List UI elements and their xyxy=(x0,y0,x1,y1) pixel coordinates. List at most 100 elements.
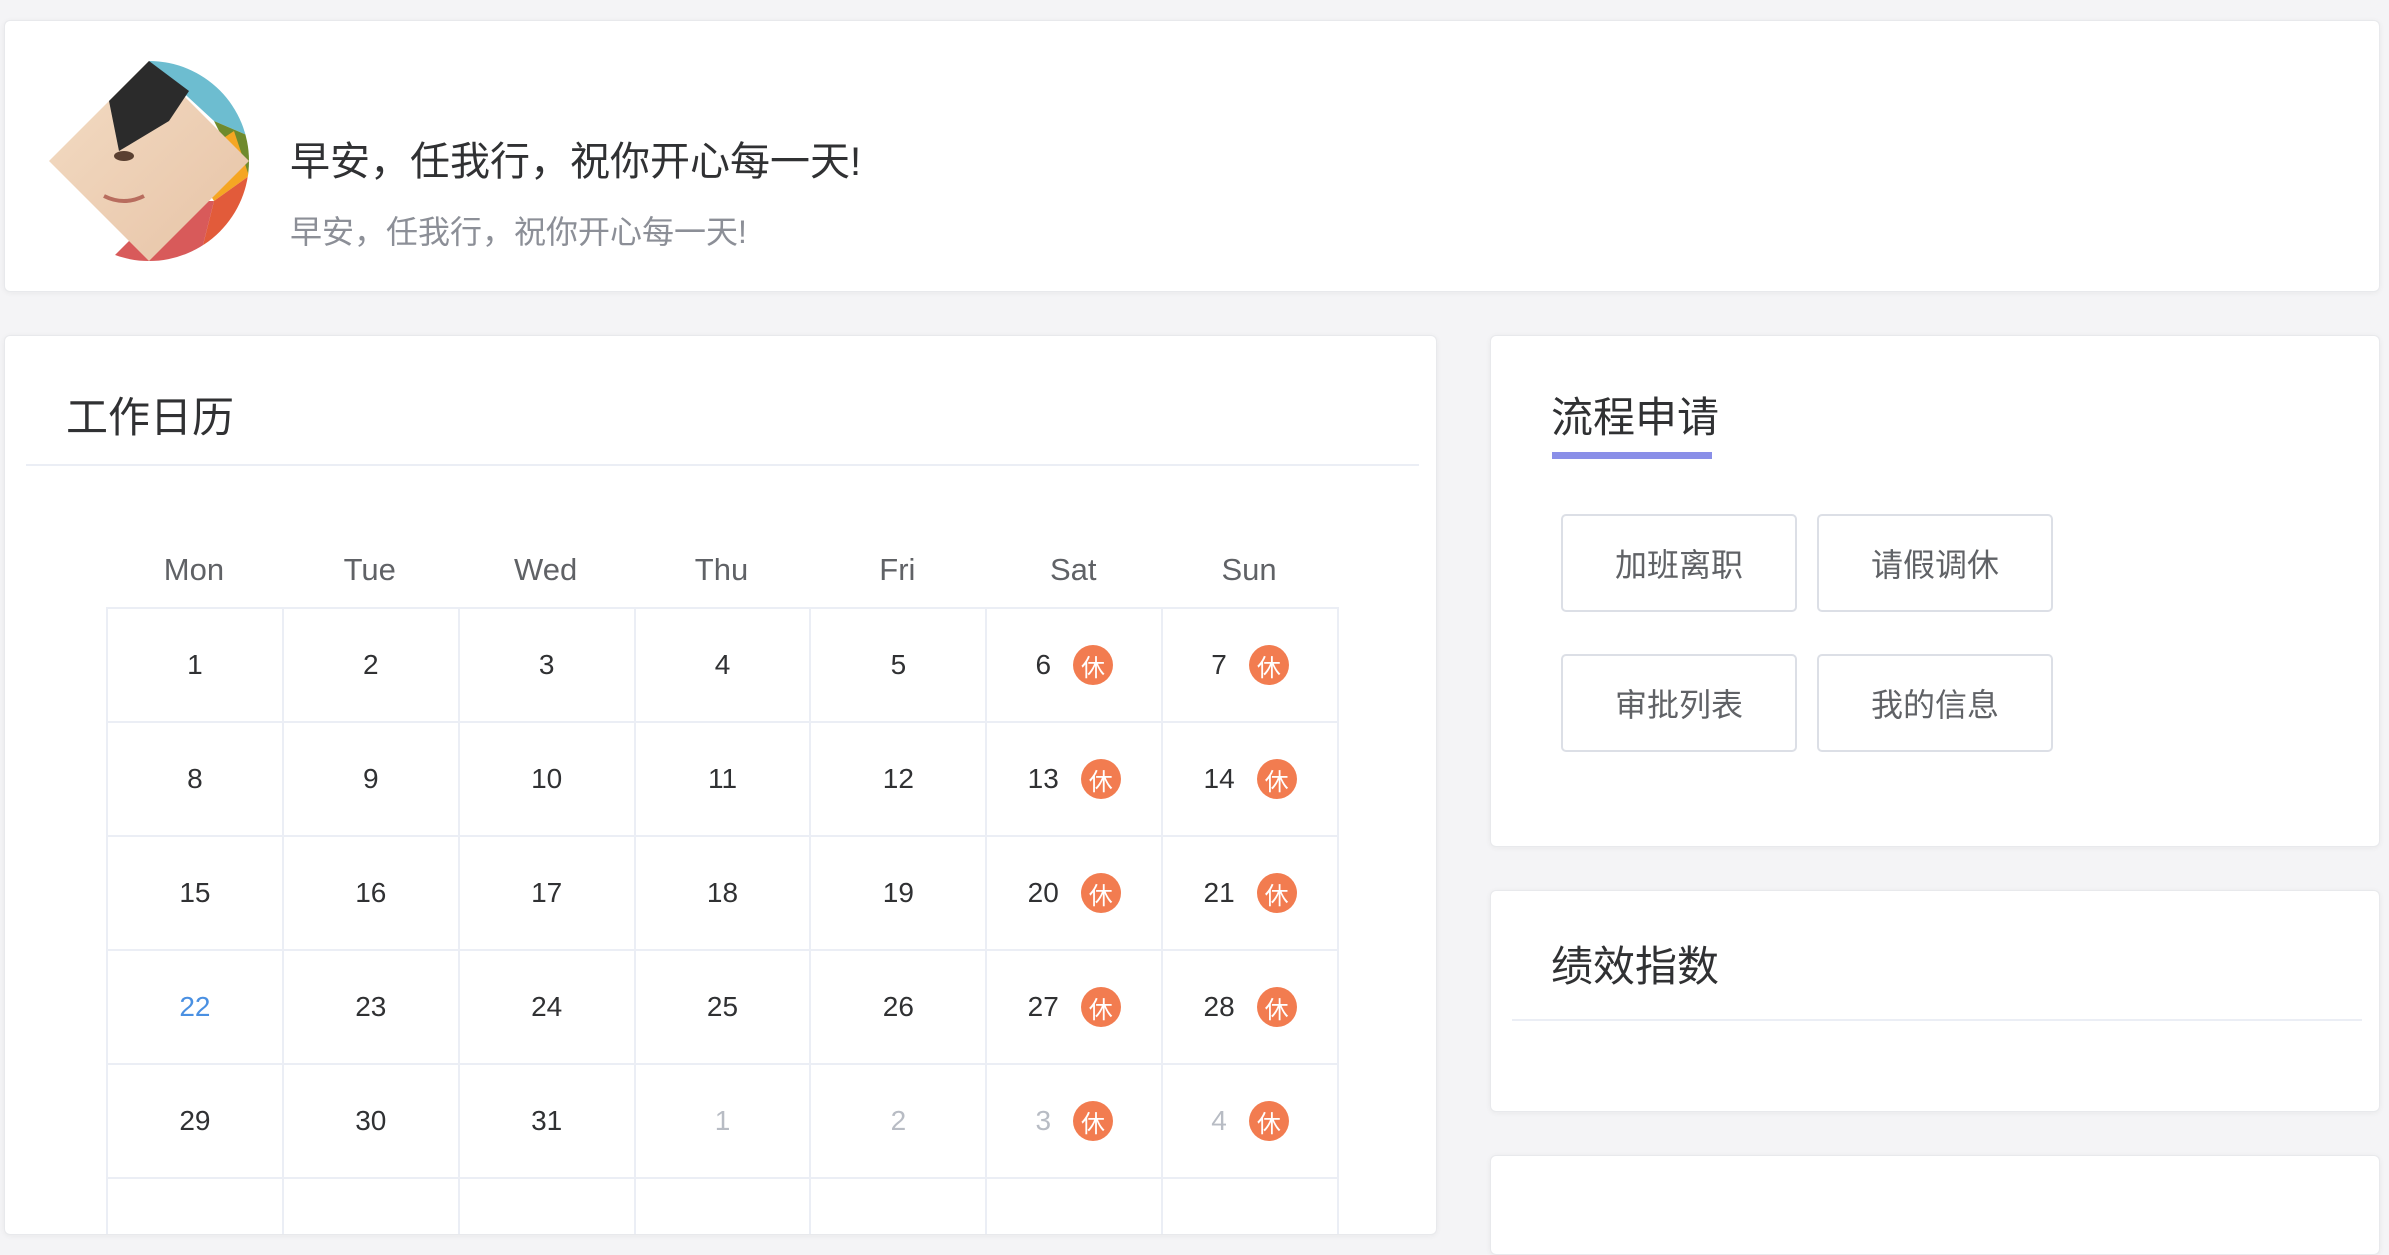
day-content: 10 xyxy=(531,763,562,795)
day-number: 29 xyxy=(179,1105,211,1136)
calendar-day-cell[interactable]: 30 xyxy=(281,1063,460,1179)
day-number: 4 xyxy=(714,649,731,680)
day-content: 8 xyxy=(187,763,203,795)
day-number: 15 xyxy=(179,877,211,908)
weekday-label: Fri xyxy=(879,552,916,587)
calendar-day-cell[interactable]: 10 xyxy=(457,721,636,837)
user-avatar[interactable] xyxy=(49,61,249,261)
weekday-label: Wed xyxy=(514,552,578,587)
calendar-day-cell[interactable]: 16 xyxy=(281,835,460,951)
calendar-day-cell[interactable]: 7休 xyxy=(1161,607,1340,723)
calendar-day-cell[interactable]: 17 xyxy=(457,835,636,951)
day-number: 26 xyxy=(882,991,914,1022)
calendar-day-cell[interactable]: 29 xyxy=(106,1063,284,1179)
calendar-day-cell[interactable]: 9 xyxy=(281,721,460,837)
rest-day-badge: 休 xyxy=(1080,759,1121,799)
calendar-day-cell[interactable]: 11 xyxy=(633,721,812,837)
day-content: 1 xyxy=(187,649,203,681)
calendar-week-row: 1 2 3 4 5 6休7休 xyxy=(106,607,1340,723)
calendar-week-row: 22 23 24 25 26 27 休 28 休 xyxy=(106,949,1340,1065)
greeting-subtitle: 早安，任我行，祝你开心每一天! xyxy=(290,214,747,250)
day-number: 20 xyxy=(1027,877,1059,908)
calendar-day-cell[interactable]: 23 xyxy=(281,949,460,1065)
day-number: 25 xyxy=(706,991,739,1022)
rest-day-badge: 休 xyxy=(1073,645,1114,685)
process-tab[interactable]: 流程申请 xyxy=(1551,384,1719,445)
day-content: 13 休 xyxy=(1028,759,1121,799)
calendar-day-cell[interactable]: 18 xyxy=(633,835,812,951)
day-content: 5 xyxy=(891,649,907,681)
day-number: 24 xyxy=(531,991,563,1022)
calendar-day-cell[interactable]: 20 休 xyxy=(985,835,1164,951)
weekday-label: Sat xyxy=(1049,552,1097,587)
rest-day-badge: 休 xyxy=(1248,1101,1289,1141)
calendar-day-cell[interactable]: 3 xyxy=(457,607,636,723)
day-content: 12 xyxy=(883,763,914,795)
rest-day-badge: 休 xyxy=(1080,873,1121,913)
calendar-day-cell[interactable]: 3休 xyxy=(985,1063,1164,1179)
day-number: 2 xyxy=(890,1105,907,1136)
day-number: 5 xyxy=(890,649,907,680)
rest-day-badge: 休 xyxy=(1256,759,1297,799)
day-number: 19 xyxy=(882,877,914,908)
day-number: 11 xyxy=(707,763,738,794)
day-content: 15 xyxy=(179,877,210,909)
calendar-day-cell[interactable]: 5 xyxy=(809,607,988,723)
calendar-day-cell[interactable]: 6休 xyxy=(985,607,1164,723)
calendar-day-cell[interactable]: 28 休 xyxy=(1161,949,1340,1065)
calendar-day-cell[interactable]: 2 xyxy=(281,607,460,723)
day-content: 4 xyxy=(715,649,731,681)
calendar-day-cell[interactable]: 8 xyxy=(106,721,284,837)
day-number: 12 xyxy=(882,763,914,794)
leave-compensatory-button[interactable]: 请假调休 xyxy=(1817,514,2053,612)
day-content: 20 休 xyxy=(1028,873,1121,913)
approval-list-button[interactable]: 审批列表 xyxy=(1561,654,1797,752)
greeting-title: 早安，任我行，祝你开心每一天! xyxy=(290,140,862,184)
weekday-label: Mon xyxy=(163,552,225,587)
day-content: 11 xyxy=(708,763,737,795)
day-number: 3 xyxy=(538,649,555,680)
calendar-day-cell[interactable]: 1 xyxy=(633,1063,812,1179)
day-number: 16 xyxy=(355,877,387,908)
day-number: 27 xyxy=(1027,991,1059,1022)
day-content: 23 xyxy=(355,991,386,1023)
overtime-resignation-button[interactable]: 加班离职 xyxy=(1561,514,1797,612)
calendar-day-cell[interactable]: 27 休 xyxy=(985,949,1164,1065)
calendar-day-cell[interactable]: 21 休 xyxy=(1161,835,1340,951)
calendar-day-cell[interactable]: 24 xyxy=(457,949,636,1065)
calendar-day-cell[interactable]: 13 休 xyxy=(985,721,1164,837)
calendar-week-row: 8 9 10 11 12 13 休 14 休 xyxy=(106,721,1340,837)
rest-day-badge: 休 xyxy=(1256,987,1297,1027)
day-content: 25 xyxy=(707,991,738,1023)
next-card xyxy=(1490,1155,2380,1255)
calendar-day-cell[interactable]: 19 xyxy=(809,835,988,951)
day-content: 30 xyxy=(355,1105,386,1137)
rest-day-badge: 休 xyxy=(1256,873,1297,913)
calendar-day-cell[interactable]: 1 xyxy=(106,607,284,723)
calendar-day-cell[interactable]: 15 xyxy=(106,835,284,951)
calendar-day-cell[interactable]: 22 xyxy=(106,949,284,1065)
day-number: 1 xyxy=(714,1105,731,1136)
day-content: 17 xyxy=(531,877,562,909)
weekday-label: Sun xyxy=(1221,552,1277,587)
calendar-day-cell[interactable]: 25 xyxy=(633,949,812,1065)
my-info-button[interactable]: 我的信息 xyxy=(1817,654,2053,752)
calendar-day-cell[interactable]: 4 xyxy=(633,607,812,723)
calendar-day-cell[interactable]: 12 xyxy=(809,721,988,837)
calendar-day-cell[interactable]: 26 xyxy=(809,949,988,1065)
calendar-day-cell[interactable]: 14 休 xyxy=(1161,721,1340,837)
calendar-day-cell[interactable]: 31 xyxy=(457,1063,636,1179)
rest-day-badge: 休 xyxy=(1073,1101,1114,1141)
process-application-card: 流程申请 加班离职 请假调休 审批列表 我的信息 xyxy=(1490,335,2380,847)
greeting-card: 早安，任我行，祝你开心每一天! 早安，任我行，祝你开心每一天! xyxy=(4,20,2380,292)
calendar-title: 工作日历 xyxy=(66,394,235,441)
weekday-label: Thu xyxy=(694,552,749,587)
day-content: 1 xyxy=(715,1105,731,1137)
work-calendar-card: 工作日历 Mon Tue Wed Thu Fri Sat Sun 123456休… xyxy=(4,335,1437,1235)
day-content: 9 xyxy=(363,763,379,795)
calendar-day-cell[interactable]: 2 xyxy=(809,1063,988,1179)
day-content: 16 xyxy=(355,877,386,909)
calendar-week-row: 29 30 31 1 2 3 休 4 休 xyxy=(106,1063,1340,1179)
day-content: 21 休 xyxy=(1204,873,1297,913)
calendar-day-cell[interactable]: 4休 xyxy=(1161,1063,1340,1179)
